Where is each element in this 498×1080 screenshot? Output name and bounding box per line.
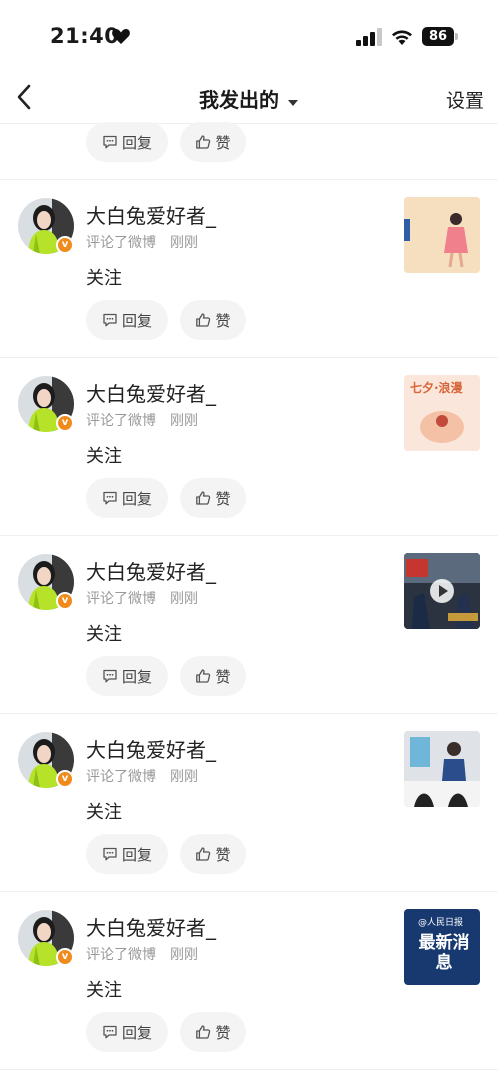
- like-button[interactable]: 赞: [180, 478, 246, 518]
- feed-item[interactable]: v 大白兔爱好者_ 评论了微博 刚刚 关注 回复 赞: [0, 714, 498, 892]
- verified-badge-icon: v: [56, 414, 74, 432]
- action-text: 评论了微博: [86, 947, 156, 963]
- comment-text: 关注: [86, 268, 122, 289]
- post-thumbnail[interactable]: [404, 553, 480, 629]
- battery-nub: [455, 33, 458, 40]
- feed-item[interactable]: v 大白兔爱好者_ 评论了微博 刚刚 关注 @人民日报最新消息 回复 赞: [0, 892, 498, 1070]
- comment-icon: [103, 669, 117, 683]
- page-title: 我发出的: [199, 88, 279, 112]
- signal-icon: [356, 28, 382, 46]
- verified-badge-icon: v: [56, 592, 74, 610]
- reply-button[interactable]: 回复: [86, 300, 168, 340]
- thumbs-up-icon: [196, 313, 211, 327]
- reply-label: 回复: [121, 133, 152, 152]
- reply-label: 回复: [121, 489, 152, 508]
- username[interactable]: 大白兔爱好者_: [86, 200, 216, 229]
- reply-button[interactable]: 回复: [86, 478, 168, 518]
- item-meta: 评论了微博 刚刚: [86, 944, 198, 964]
- play-icon: [430, 579, 454, 603]
- thumb-art: [404, 197, 480, 273]
- nav-bar: 我发出的 设置: [0, 74, 498, 124]
- thumb-logo: @人民日报: [418, 918, 464, 928]
- like-button[interactable]: 赞: [180, 122, 246, 162]
- item-meta: 评论了微博 刚刚: [86, 588, 198, 608]
- timestamp: 刚刚: [170, 947, 198, 963]
- post-thumbnail[interactable]: [404, 731, 480, 807]
- settings-button[interactable]: 设置: [446, 86, 484, 113]
- reply-label: 回复: [121, 311, 152, 330]
- like-label: 赞: [215, 845, 231, 864]
- like-button[interactable]: 赞: [180, 834, 246, 874]
- action-text: 评论了微博: [86, 235, 156, 251]
- feed-item[interactable]: v 大白兔爱好者_ 评论了微博 刚刚 关注 回复 赞: [0, 536, 498, 714]
- comment-icon: [103, 847, 117, 861]
- post-thumbnail[interactable]: 七夕·浪漫: [404, 375, 480, 451]
- like-button[interactable]: 赞: [180, 656, 246, 696]
- verified-badge-icon: v: [56, 770, 74, 788]
- status-bar: 21:40 86: [0, 0, 498, 74]
- wifi-icon: [392, 30, 412, 45]
- battery-indicator: 86: [422, 27, 454, 46]
- timestamp: 刚刚: [170, 413, 198, 429]
- thumbs-up-icon: [196, 669, 211, 683]
- username[interactable]: 大白兔爱好者_: [86, 912, 216, 941]
- thumbs-up-icon: [196, 135, 211, 149]
- like-label: 赞: [215, 1023, 231, 1042]
- comment-text: 关注: [86, 624, 122, 645]
- comment-text: 关注: [86, 446, 122, 467]
- like-button[interactable]: 赞: [180, 300, 246, 340]
- action-text: 评论了微博: [86, 413, 156, 429]
- thumb-text: 最新消息: [418, 933, 470, 973]
- thumbs-up-icon: [196, 847, 211, 861]
- item-meta: 评论了微博 刚刚: [86, 766, 198, 786]
- like-label: 赞: [215, 489, 231, 508]
- verified-badge-icon: v: [56, 948, 74, 966]
- status-time: 21:40: [50, 24, 120, 48]
- caret-down-icon: [288, 99, 298, 106]
- like-label: 赞: [215, 311, 231, 330]
- post-thumbnail[interactable]: @人民日报最新消息: [404, 909, 480, 985]
- comment-icon: [103, 313, 117, 327]
- like-button[interactable]: 赞: [180, 1012, 246, 1052]
- reply-label: 回复: [121, 1023, 152, 1042]
- nav-title-dropdown[interactable]: 我发出的: [0, 84, 498, 113]
- action-text: 评论了微博: [86, 591, 156, 607]
- reply-button[interactable]: 回复: [86, 834, 168, 874]
- action-text: 评论了微博: [86, 769, 156, 785]
- like-label: 赞: [215, 667, 231, 686]
- reply-button[interactable]: 回复: [86, 1012, 168, 1052]
- item-meta: 评论了微博 刚刚: [86, 410, 198, 430]
- reply-button[interactable]: 回复: [86, 656, 168, 696]
- username[interactable]: 大白兔爱好者_: [86, 556, 216, 585]
- timestamp: 刚刚: [170, 235, 198, 251]
- thumb-text: 七夕·浪漫: [410, 381, 463, 395]
- feed-item[interactable]: v 大白兔爱好者_ 评论了微博 刚刚 关注 回复 赞: [0, 180, 498, 358]
- reply-label: 回复: [121, 845, 152, 864]
- reply-label: 回复: [121, 667, 152, 686]
- timestamp: 刚刚: [170, 769, 198, 785]
- reply-button[interactable]: 回复: [86, 122, 168, 162]
- comment-text: 关注: [86, 802, 122, 823]
- feed-item-partial: 回复 赞: [0, 122, 498, 180]
- verified-badge-icon: v: [56, 236, 74, 254]
- username[interactable]: 大白兔爱好者_: [86, 378, 216, 407]
- thumbs-up-icon: [196, 491, 211, 505]
- comment-text: 关注: [86, 980, 122, 1001]
- thumbs-up-icon: [196, 1025, 211, 1039]
- item-meta: 评论了微博 刚刚: [86, 232, 198, 252]
- comment-icon: [103, 1025, 117, 1039]
- thumb-art: [404, 731, 480, 807]
- feed-item[interactable]: v 大白兔爱好者_ 评论了微博 刚刚 关注 七夕·浪漫 回复 赞: [0, 358, 498, 536]
- comment-icon: [103, 135, 117, 149]
- timestamp: 刚刚: [170, 591, 198, 607]
- heart-icon: [112, 29, 130, 44]
- comment-icon: [103, 491, 117, 505]
- username[interactable]: 大白兔爱好者_: [86, 734, 216, 763]
- post-thumbnail[interactable]: [404, 197, 480, 273]
- like-label: 赞: [215, 133, 231, 152]
